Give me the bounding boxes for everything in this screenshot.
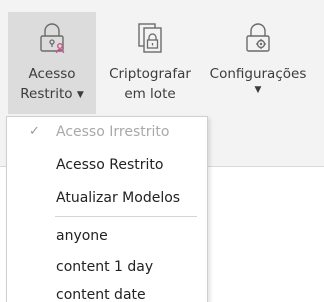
encrypt-documents-icon	[136, 22, 164, 60]
settings-button[interactable]: Configurações ▼	[204, 12, 312, 114]
restricted-access-label: Acesso Restrito ▼	[20, 66, 84, 102]
menu-item-content-1-day[interactable]: content 1 day	[7, 255, 207, 279]
menu-item-update-templates[interactable]: Atualizar Modelos	[7, 186, 207, 210]
checkmark-icon: ✓	[29, 124, 40, 139]
restricted-access-button[interactable]: Acesso Restrito ▼	[8, 12, 96, 114]
lock-user-icon	[38, 22, 66, 60]
menu-separator	[55, 216, 197, 217]
batch-encrypt-label: Criptografar em lote	[109, 66, 191, 102]
ribbon-toolbar: Acesso Restrito ▼ Criptografar em lote C…	[0, 0, 324, 116]
menu-item-restricted-access[interactable]: Acesso Restrito	[7, 153, 207, 177]
batch-encrypt-button[interactable]: Criptografar em lote	[96, 12, 204, 114]
settings-label: Configurações ▼	[204, 64, 312, 96]
chevron-down-icon: ▼	[76, 90, 84, 100]
menu-item-anyone[interactable]: anyone	[7, 224, 207, 248]
lock-gear-icon	[244, 22, 272, 60]
access-dropdown-menu: ✓ Acesso Irrestrito Acesso Restrito Atua…	[6, 116, 208, 302]
menu-item-content-date[interactable]: content date	[7, 283, 207, 302]
chevron-down-icon: ▼	[254, 85, 262, 95]
menu-item-unrestricted-access[interactable]: ✓ Acesso Irrestrito	[7, 120, 207, 144]
